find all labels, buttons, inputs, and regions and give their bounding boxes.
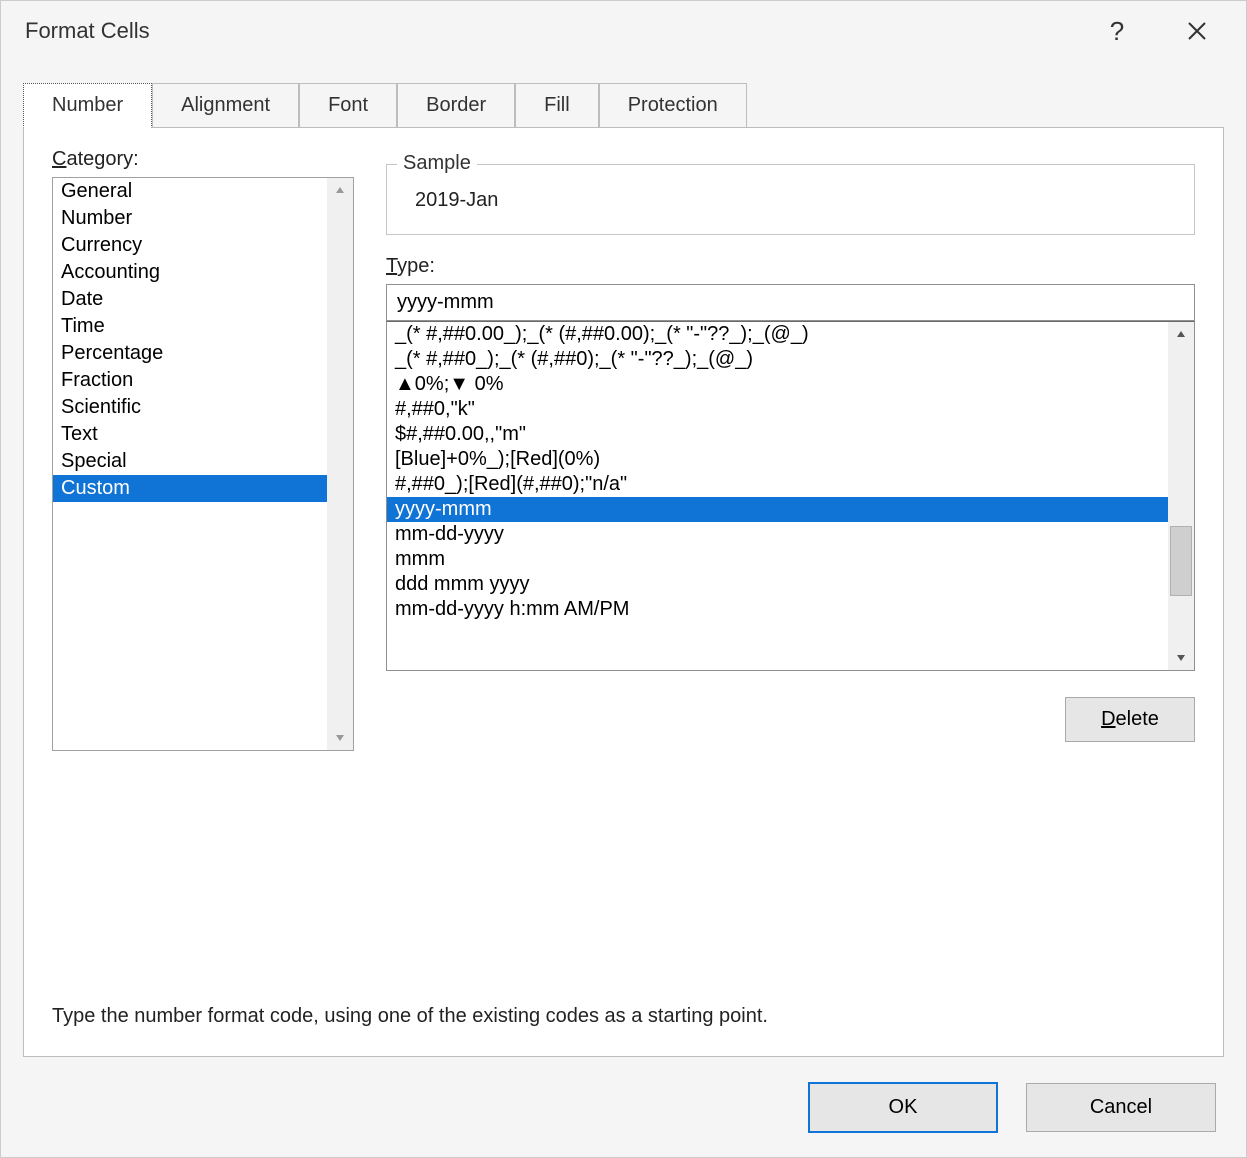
category-item-custom[interactable]: Custom bbox=[53, 475, 327, 502]
tab-alignment[interactable]: Alignment bbox=[152, 83, 299, 127]
scroll-thumb[interactable] bbox=[1170, 526, 1192, 596]
sample-label: Sample bbox=[397, 152, 477, 175]
scroll-up-icon[interactable] bbox=[334, 178, 346, 202]
tab-fill[interactable]: Fill bbox=[515, 83, 599, 127]
category-item-date[interactable]: Date bbox=[53, 286, 327, 313]
scroll-down-icon[interactable] bbox=[334, 726, 346, 750]
category-item-text[interactable]: Text bbox=[53, 421, 327, 448]
delete-row: Delete bbox=[386, 697, 1195, 742]
format-item[interactable]: mmm bbox=[387, 547, 1168, 572]
format-scrollbar[interactable] bbox=[1168, 322, 1194, 670]
panel-main: Category: General Number Currency Accoun… bbox=[52, 148, 1195, 969]
tab-font[interactable]: Font bbox=[299, 83, 397, 127]
format-item[interactable]: [Blue]+0%_);[Red](0%) bbox=[387, 447, 1168, 472]
category-item-time[interactable]: Time bbox=[53, 313, 327, 340]
format-cells-dialog: Format Cells ? Number Alignment Font Bor… bbox=[0, 0, 1247, 1158]
format-item[interactable]: $#,##0.00,,"m" bbox=[387, 422, 1168, 447]
close-icon[interactable] bbox=[1172, 6, 1222, 56]
category-item-general[interactable]: General bbox=[53, 178, 327, 205]
sample-value: 2019-Jan bbox=[415, 189, 1172, 212]
category-list[interactable]: General Number Currency Accounting Date … bbox=[52, 177, 354, 751]
tab-number[interactable]: Number bbox=[23, 83, 152, 128]
category-item-special[interactable]: Special bbox=[53, 448, 327, 475]
category-label: Category: bbox=[52, 148, 354, 171]
format-item[interactable]: ▲0%;▼ 0% bbox=[387, 372, 1168, 397]
category-item-currency[interactable]: Currency bbox=[53, 232, 327, 259]
dialog-footer: OK Cancel bbox=[1, 1057, 1246, 1157]
category-item-fraction[interactable]: Fraction bbox=[53, 367, 327, 394]
tab-panel-number: Category: General Number Currency Accoun… bbox=[23, 127, 1224, 1057]
category-item-percentage[interactable]: Percentage bbox=[53, 340, 327, 367]
category-item-scientific[interactable]: Scientific bbox=[53, 394, 327, 421]
scroll-up-icon[interactable] bbox=[1175, 322, 1187, 346]
format-item-selected[interactable]: yyyy-mmm bbox=[387, 497, 1168, 522]
format-item[interactable]: #,##0_);[Red](#,##0);"n/a" bbox=[387, 472, 1168, 497]
dialog-body: Number Alignment Font Border Fill Protec… bbox=[1, 61, 1246, 1057]
category-column: Category: General Number Currency Accoun… bbox=[52, 148, 354, 969]
format-item[interactable]: mm-dd-yyyy bbox=[387, 522, 1168, 547]
category-item-number[interactable]: Number bbox=[53, 205, 327, 232]
format-column: Sample 2019-Jan Type: _(* #,##0.00_);_(*… bbox=[386, 148, 1195, 969]
cancel-button[interactable]: Cancel bbox=[1026, 1083, 1216, 1132]
format-item[interactable]: _(* #,##0.00_);_(* (#,##0.00);_(* "-"??_… bbox=[387, 322, 1168, 347]
ok-button[interactable]: OK bbox=[808, 1082, 998, 1133]
type-label: Type: bbox=[386, 255, 1195, 278]
format-item[interactable]: mm-dd-yyyy h:mm AM/PM bbox=[387, 597, 1168, 622]
category-scrollbar[interactable] bbox=[327, 178, 353, 750]
format-item[interactable]: _(* #,##0_);_(* (#,##0);_(* "-"??_);_(@_… bbox=[387, 347, 1168, 372]
sample-box: Sample 2019-Jan bbox=[386, 164, 1195, 235]
window-title: Format Cells bbox=[25, 18, 1062, 44]
help-icon[interactable]: ? bbox=[1092, 6, 1142, 56]
tab-protection[interactable]: Protection bbox=[599, 83, 747, 127]
category-item-accounting[interactable]: Accounting bbox=[53, 259, 327, 286]
tab-border[interactable]: Border bbox=[397, 83, 515, 127]
format-item[interactable]: #,##0,"k" bbox=[387, 397, 1168, 422]
titlebar: Format Cells ? bbox=[1, 1, 1246, 61]
tab-strip: Number Alignment Font Border Fill Protec… bbox=[23, 83, 1224, 127]
scroll-down-icon[interactable] bbox=[1175, 646, 1187, 670]
format-list[interactable]: _(* #,##0.00_);_(* (#,##0.00);_(* "-"??_… bbox=[386, 321, 1195, 671]
scroll-track[interactable] bbox=[1168, 346, 1194, 646]
type-input[interactable] bbox=[386, 284, 1195, 321]
format-item[interactable]: ddd mmm yyyy bbox=[387, 572, 1168, 597]
delete-button[interactable]: Delete bbox=[1065, 697, 1195, 742]
hint-text: Type the number format code, using one o… bbox=[52, 1005, 1195, 1028]
